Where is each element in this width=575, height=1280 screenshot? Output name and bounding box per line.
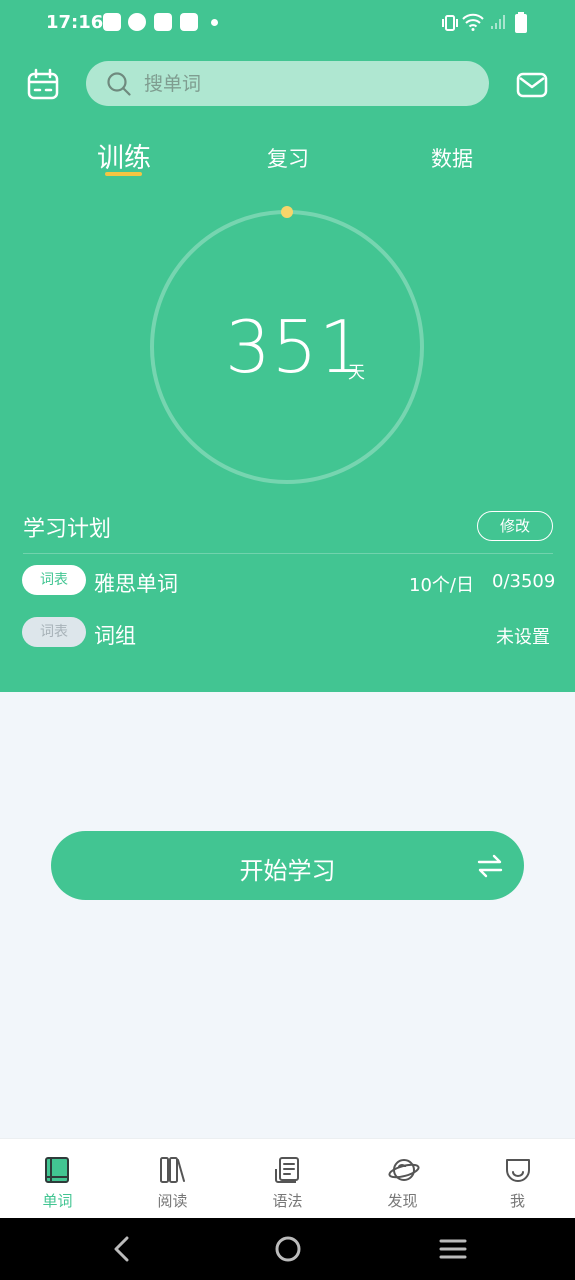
tab-review[interactable]: 复习 xyxy=(262,143,314,173)
calendar-icon xyxy=(27,68,59,100)
face-icon xyxy=(506,1159,530,1182)
search-bar[interactable] xyxy=(86,61,489,106)
status-bar: 17:16 xyxy=(0,0,575,48)
start-learning-button[interactable]: 开始学习 xyxy=(51,831,524,900)
search-icon xyxy=(107,72,131,96)
nav-me[interactable]: 我 xyxy=(460,1139,575,1219)
streak-days-count: 351 xyxy=(225,305,366,389)
shopping-bag-icon xyxy=(154,13,172,31)
wordlist-tag: 词表 xyxy=(22,565,86,595)
shopping-bag-icon xyxy=(180,13,198,31)
shopping-bag-icon xyxy=(103,13,121,31)
study-plan-title: 学习计划 xyxy=(23,517,112,542)
calendar-button[interactable] xyxy=(24,66,62,104)
messages-button[interactable] xyxy=(513,66,551,104)
books-icon xyxy=(160,1157,185,1183)
nav-discover-label: 发现 xyxy=(387,1192,418,1210)
planet-icon xyxy=(388,1159,420,1181)
search-input[interactable] xyxy=(144,61,464,106)
ring-progress-dot xyxy=(281,206,293,218)
nav-grammar-label: 语法 xyxy=(272,1192,303,1210)
nav-reading-label: 阅读 xyxy=(157,1192,188,1210)
wordlist-name[interactable]: 雅思单词 xyxy=(94,568,178,598)
battery-icon xyxy=(515,12,527,33)
vibrate-icon xyxy=(442,15,458,31)
swap-icon[interactable] xyxy=(476,853,504,879)
system-navigation-bar xyxy=(0,1218,575,1280)
streak-days-unit: 天 xyxy=(348,363,365,383)
nav-words-label: 单词 xyxy=(42,1192,73,1210)
nav-words[interactable]: 单词 xyxy=(0,1139,115,1219)
phrase-list-tag: 词表 xyxy=(22,617,86,647)
start-learning-label: 开始学习 xyxy=(239,857,336,885)
grammar-icon xyxy=(275,1157,299,1183)
nav-discover[interactable]: 发现 xyxy=(345,1139,460,1219)
book-icon xyxy=(45,1157,69,1183)
menu-icon[interactable] xyxy=(439,1238,467,1260)
cell-signal-icon xyxy=(491,15,505,29)
wifi-icon xyxy=(462,13,484,31)
phrase-list-status[interactable]: 未设置 xyxy=(496,623,550,649)
back-icon[interactable] xyxy=(110,1236,134,1262)
tab-data[interactable]: 数据 xyxy=(426,143,478,173)
status-time: 17:16 xyxy=(46,12,104,33)
header-panel: 17:16 搜单词 训练 复习 数据 351 天 学习计划 修改 词表 雅思单词… xyxy=(0,0,575,692)
nav-me-label: 我 xyxy=(509,1192,525,1210)
wordlist-progress: 0/3509 xyxy=(492,571,556,592)
home-icon[interactable] xyxy=(274,1235,302,1263)
tab-training[interactable]: 训练 xyxy=(92,136,156,175)
edit-plan-button[interactable]: 修改 xyxy=(477,511,553,541)
nav-reading[interactable]: 阅读 xyxy=(115,1139,230,1219)
speedometer-icon xyxy=(128,13,146,31)
active-tab-indicator xyxy=(105,172,142,176)
bottom-navigation: 单词 阅读 语法 发现 我 xyxy=(0,1138,575,1218)
mail-icon xyxy=(516,72,548,98)
plan-divider xyxy=(23,553,553,554)
daily-rate: 10个/日 xyxy=(409,575,474,596)
phrase-list-name[interactable]: 词组 xyxy=(94,620,136,650)
notification-dot-icon xyxy=(211,19,218,26)
nav-grammar[interactable]: 语法 xyxy=(230,1139,345,1219)
